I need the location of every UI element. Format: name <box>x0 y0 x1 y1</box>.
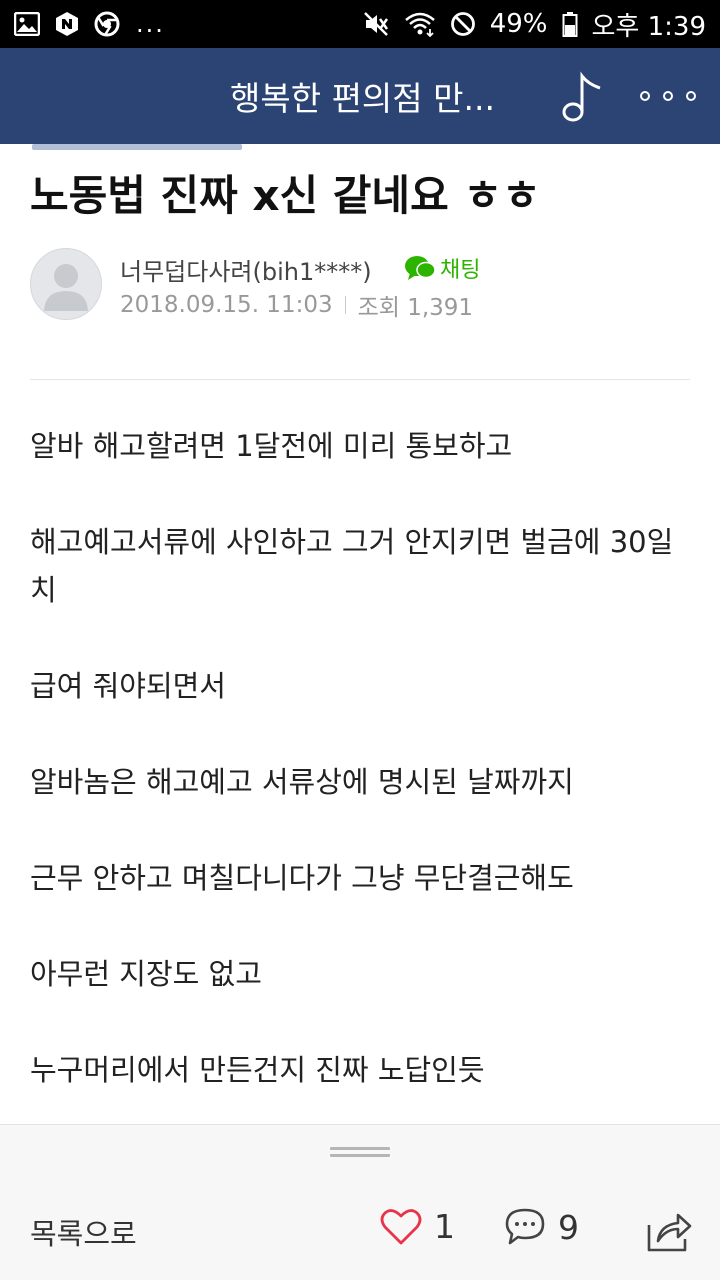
app-header: 행복한 편의점 만... <box>0 48 720 144</box>
bottom-bar: 목록으로 1 9 <box>0 1183 720 1280</box>
battery-percent: 49% <box>489 9 548 39</box>
block-icon <box>450 11 476 37</box>
default-profile-icon <box>44 264 88 311</box>
chat-button[interactable]: 채팅 <box>404 252 480 284</box>
like-count: 1 <box>434 1207 455 1246</box>
post-date: 2018.09.15. 11:03 <box>120 292 333 318</box>
cafe-title[interactable]: 행복한 편의점 만... <box>230 72 520 120</box>
drag-handle[interactable] <box>330 1147 390 1159</box>
chat-icon <box>405 256 436 280</box>
more-icon-dot <box>686 91 696 101</box>
view-count: 조회 1,391 <box>357 295 474 321</box>
like-button[interactable]: 1 <box>380 1207 455 1246</box>
content-paragraph: 해고예고서류에 사인하고 그거 안지키면 벌금에 30일치 <box>30 525 674 607</box>
chrome-icon <box>94 11 120 37</box>
post-content: 알바 해고할려면 1달전에 미리 통보하고 해고예고서류에 사인하고 그거 안지… <box>30 422 690 1142</box>
gallery-icon <box>14 12 40 36</box>
post-title: 노동법 진짜 x신 같네요 ㅎㅎ <box>30 171 541 220</box>
battery-icon <box>562 11 578 37</box>
content-paragraph: 누구머리에서 만든건지 진짜 노답인듯 <box>30 1053 485 1087</box>
content-paragraph: 급여 줘야되면서 <box>30 669 226 703</box>
meta-divider <box>344 296 346 314</box>
chat-label: 채팅 <box>440 258 481 283</box>
comment-drawer-handle-bar[interactable] <box>0 1124 720 1184</box>
share-icon <box>647 1213 692 1252</box>
status-time: 오후 1:39 <box>591 11 707 42</box>
status-bar: ... 49% 오후 1:39 <box>0 0 720 48</box>
content-paragraph: 알바놈은 해고예고 서류상에 명시된 날짜까지 <box>30 765 574 799</box>
comment-count: 9 <box>558 1207 579 1247</box>
share-button[interactable] <box>646 1209 692 1253</box>
author-name[interactable]: 너무덥다사려(bih1****) <box>120 252 372 287</box>
wifi-icon <box>404 11 436 37</box>
naver-icon <box>54 11 80 37</box>
avatar[interactable] <box>30 248 102 320</box>
more-button[interactable] <box>640 78 696 114</box>
post-meta: 2018.09.15. 11:03 조회 1,391 <box>120 288 473 322</box>
more-icon-dot <box>663 91 673 101</box>
content-paragraph: 알바 해고할려면 1달전에 미리 통보하고 <box>30 429 513 463</box>
comment-icon <box>505 1208 545 1245</box>
header-divider <box>30 379 690 380</box>
comment-button[interactable]: 9 <box>504 1207 579 1247</box>
content-paragraph: 아무런 지장도 없고 <box>30 957 262 991</box>
category-link-partial[interactable] <box>32 144 242 150</box>
heart-icon <box>380 1208 422 1244</box>
mute-icon <box>362 10 390 38</box>
music-button[interactable] <box>556 70 606 124</box>
back-to-list-button[interactable]: 목록으로 <box>30 1211 137 1253</box>
status-more-text: ... <box>136 10 165 38</box>
more-icon <box>640 91 650 101</box>
music-note-icon <box>562 71 601 122</box>
content-paragraph: 근무 안하고 며칠다니다가 그냥 무단결근해도 <box>30 861 574 895</box>
